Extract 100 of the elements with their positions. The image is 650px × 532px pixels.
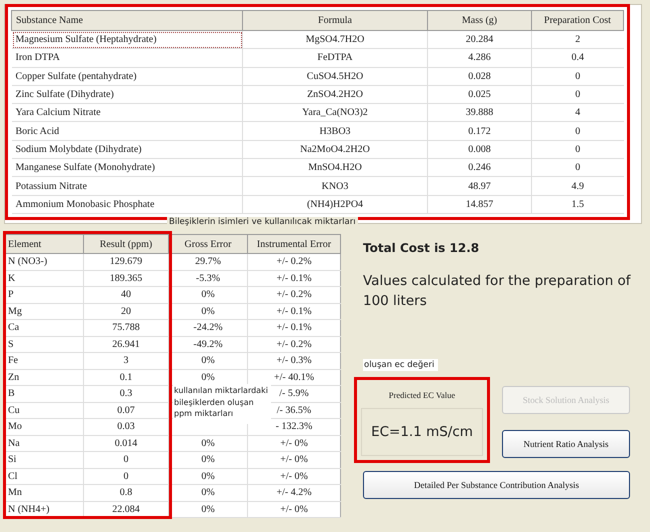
table-cell: Iron DTPA <box>12 48 242 68</box>
table-cell: 0 <box>532 140 624 159</box>
annotation-note: kullanılan miktarlardaki bileşiklerden oluşan ppm miktarları <box>173 384 271 424</box>
column-header[interactable]: Preparation Cost <box>532 10 624 30</box>
caption-label: Bileşiklerin isimleri ve kullanılıcak miktarları <box>167 217 358 227</box>
table-cell: 0% <box>168 468 248 484</box>
column-header[interactable]: Mass (g) <box>428 10 532 30</box>
table-cell: +/- 4.2% <box>248 484 340 501</box>
table-cell: -24.2% <box>168 320 248 336</box>
table-cell: Boric Acid <box>12 122 242 140</box>
table-cell: 75.788 <box>84 320 168 336</box>
table-cell: +/- 0.2% <box>248 336 340 352</box>
table-cell: 0% <box>168 352 248 369</box>
column-header[interactable]: Formula <box>242 10 428 30</box>
table-cell: Cl <box>4 468 84 484</box>
table-cell: 0% <box>168 484 248 501</box>
table-cell: Yara_Ca(NO3)2 <box>242 104 428 122</box>
table-cell: 0.8 <box>84 484 168 501</box>
table-cell: +/- 0% <box>248 468 340 484</box>
table-cell: 0.246 <box>428 158 532 177</box>
table-cell: +/- 0.2% <box>248 254 340 270</box>
table-cell: 0 <box>84 452 168 468</box>
table-cell: Na2MoO4.2H2O <box>242 140 428 159</box>
table-cell: 0 <box>532 158 624 177</box>
table-cell: 40 <box>84 286 168 303</box>
table-cell: 0% <box>168 286 248 303</box>
table-cell: 0 <box>532 85 624 104</box>
table-cell: 1.5 <box>532 195 624 214</box>
table-cell: 129.679 <box>84 254 168 270</box>
table-cell: 4 <box>532 104 624 122</box>
table-cell: 0.014 <box>84 435 168 452</box>
table-cell: Copper Sulfate (pentahydrate) <box>12 67 242 86</box>
table-cell: Zn <box>4 369 84 386</box>
table-cell: 0.028 <box>428 67 532 86</box>
table-cell: Sodium Molybdate (Dihydrate) <box>12 140 242 159</box>
table-cell: +/- 0.1% <box>248 303 340 320</box>
table-cell: MgSO4.7H2O <box>242 30 428 49</box>
table-cell: 0 <box>84 468 168 484</box>
table-cell: Ammonium Monobasic Phosphate <box>12 195 242 214</box>
table-cell: Mg <box>4 303 84 320</box>
table-cell: 0% <box>168 435 248 452</box>
analysis-button[interactable]: Nutrient Ratio Analysis <box>502 430 630 458</box>
table-cell: +/- 0% <box>248 435 340 452</box>
table-cell: (NH4)H2PO4 <box>242 195 428 214</box>
table-cell: N (NH4+) <box>4 501 84 518</box>
table-cell: Fe <box>4 352 84 369</box>
analysis-button[interactable]: Detailed Per Substance Contribution Analysis <box>363 471 630 499</box>
table-cell: Si <box>4 452 84 468</box>
table-cell: 2 <box>532 30 624 49</box>
table-cell: 0% <box>168 501 248 518</box>
table-cell: 4.286 <box>428 48 532 68</box>
table-cell: 0.3 <box>84 386 168 402</box>
table-cell: Zinc Sulfate (Dihydrate) <box>12 85 242 104</box>
table-cell: Magnesium Sulfate (Heptahydrate) <box>12 30 242 49</box>
table-cell: MnSO4.H2O <box>242 158 428 177</box>
table-cell: +/- 0.2% <box>248 286 340 303</box>
table-cell: Mo <box>4 418 84 435</box>
table-cell: N (NO3-) <box>4 254 84 270</box>
table-cell: +/- 0.1% <box>248 320 340 336</box>
table-cell: B <box>4 386 84 402</box>
table-cell: 0.03 <box>84 418 168 435</box>
table-cell: 4.9 <box>532 176 624 196</box>
table-cell: 0.172 <box>428 122 532 140</box>
table-cell: 39.888 <box>428 104 532 122</box>
table-cell: -49.2% <box>168 336 248 352</box>
table-cell: FeDTPA <box>242 48 428 68</box>
table-cell: +/- 0% <box>248 501 340 518</box>
table-cell: Na <box>4 435 84 452</box>
table-cell: 26.941 <box>84 336 168 352</box>
table-cell: +/- 0.1% <box>248 270 340 286</box>
annotation-note: oluşan ec değeri <box>363 359 438 371</box>
table-cell: Mn <box>4 484 84 501</box>
table-cell: Cu <box>4 402 84 418</box>
table-cell: K <box>4 270 84 286</box>
table-cell: +/- 0.3% <box>248 352 340 369</box>
table-cell: 3 <box>84 352 168 369</box>
table-cell: Manganese Sulfate (Monohydrate) <box>12 158 242 177</box>
total-cost: Total Cost is 12.8 <box>363 241 480 255</box>
group-title: Predicted EC Value <box>388 390 456 400</box>
table-cell: 22.084 <box>84 501 168 518</box>
column-header[interactable]: Element <box>4 234 84 254</box>
table-cell: 0% <box>168 303 248 320</box>
table-cell: P <box>4 286 84 303</box>
table-cell: 189.365 <box>84 270 168 286</box>
table-cell: 0 <box>532 67 624 86</box>
column-header[interactable]: Instrumental Error <box>248 234 340 254</box>
table-cell: ZnSO4.2H2O <box>242 85 428 104</box>
table-cell: Yara Calcium Nitrate <box>12 104 242 122</box>
table-cell: -5.3% <box>168 270 248 286</box>
table-cell: 0.4 <box>532 48 624 68</box>
table-cell: 20.284 <box>428 30 532 49</box>
table-cell: 0 <box>532 122 624 140</box>
table-cell: 0.1 <box>84 369 168 386</box>
column-header[interactable]: Result (ppm) <box>84 234 168 254</box>
table-cell: 0.025 <box>428 85 532 104</box>
table-cell: 0.008 <box>428 140 532 159</box>
column-header[interactable]: Substance Name <box>12 10 242 30</box>
table-cell: KNO3 <box>242 176 428 196</box>
table-cell: +/- 0% <box>248 452 340 468</box>
table-cell: 14.857 <box>428 195 532 214</box>
